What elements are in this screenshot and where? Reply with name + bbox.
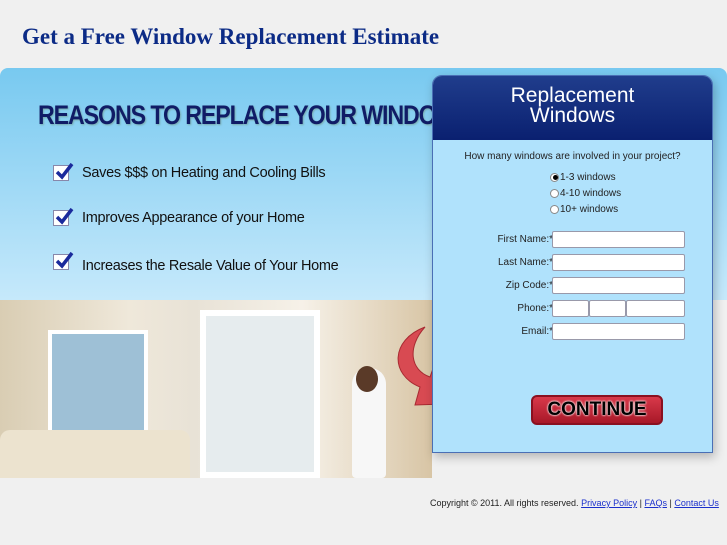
contact-us-link[interactable]: Contact Us [674, 498, 719, 508]
zip-input[interactable] [552, 277, 685, 294]
page-title: Get a Free Window Replacement Estimate [22, 24, 440, 49]
radio-button[interactable] [550, 188, 559, 198]
checkmark-icon [53, 251, 74, 270]
phone-label: Phone:* [517, 303, 553, 314]
reason-text: Increases the Resale Value of Your Home [82, 258, 339, 274]
radio-button[interactable] [550, 204, 559, 214]
option-label: 4-10 windows [560, 187, 622, 199]
form-title: Replacement [510, 84, 635, 107]
option-1-3[interactable]: 1-3 windows [550, 169, 712, 185]
radio-button[interactable] [550, 172, 559, 182]
first-name-input[interactable] [552, 231, 685, 248]
reason-text: Saves $$$ on Heating and Cooling Bills [82, 165, 326, 181]
window-image [200, 310, 320, 478]
phone-row: Phone:* [433, 300, 714, 318]
separator: | [669, 498, 672, 508]
sofa-image [0, 430, 190, 478]
first-name-row: First Name:* [433, 231, 714, 249]
option-label: 10+ windows [560, 203, 619, 215]
option-label: 1-3 windows [560, 171, 616, 183]
last-name-label: Last Name:* [497, 257, 553, 268]
window-count-options: 1-3 windows 4-10 windows 10+ windows [550, 169, 712, 217]
zip-row: Zip Code:* [433, 277, 714, 295]
form-title: Windows [529, 104, 616, 127]
faqs-link[interactable]: FAQs [644, 498, 667, 508]
window-count-question: How many windows are involved in your pr… [464, 151, 681, 162]
continue-button[interactable]: CONTINUE [531, 395, 663, 425]
email-label: Email:* [521, 326, 553, 337]
zip-label: Zip Code:* [505, 280, 553, 291]
last-name-input[interactable] [552, 254, 685, 271]
option-10-plus[interactable]: 10+ windows [550, 201, 712, 217]
email-row: Email:* [433, 323, 714, 341]
form-header: Replacement Windows [433, 76, 712, 140]
woman-head-image [356, 366, 378, 392]
estimate-form: Replacement Windows How many windows are… [432, 75, 713, 453]
first-name-label: First Name:* [497, 234, 553, 245]
reason-item: Saves $$$ on Heating and Cooling Bills [53, 162, 326, 181]
option-4-10[interactable]: 4-10 windows [550, 185, 712, 201]
last-name-row: Last Name:* [433, 254, 714, 272]
privacy-policy-link[interactable]: Privacy Policy [581, 498, 637, 508]
checkmark-icon [53, 162, 74, 181]
phone-prefix-input[interactable] [589, 300, 626, 317]
footer: Copyright © 2011. All rights reserved. P… [430, 498, 719, 508]
reason-item: Improves Appearance of your Home [53, 207, 305, 226]
reason-text: Improves Appearance of your Home [82, 210, 305, 226]
reason-item: Increases the Resale Value of Your Home [53, 250, 339, 274]
email-input[interactable] [552, 323, 685, 340]
checkmark-icon [53, 207, 74, 226]
hero-photo [0, 300, 432, 478]
separator: | [639, 498, 642, 508]
reasons-heading: REASONS TO REPLACE YOUR WINDOWS [38, 100, 472, 130]
phone-line-input[interactable] [626, 300, 685, 317]
phone-area-input[interactable] [552, 300, 589, 317]
copyright-text: Copyright © 2011. All rights reserved. [430, 498, 579, 508]
